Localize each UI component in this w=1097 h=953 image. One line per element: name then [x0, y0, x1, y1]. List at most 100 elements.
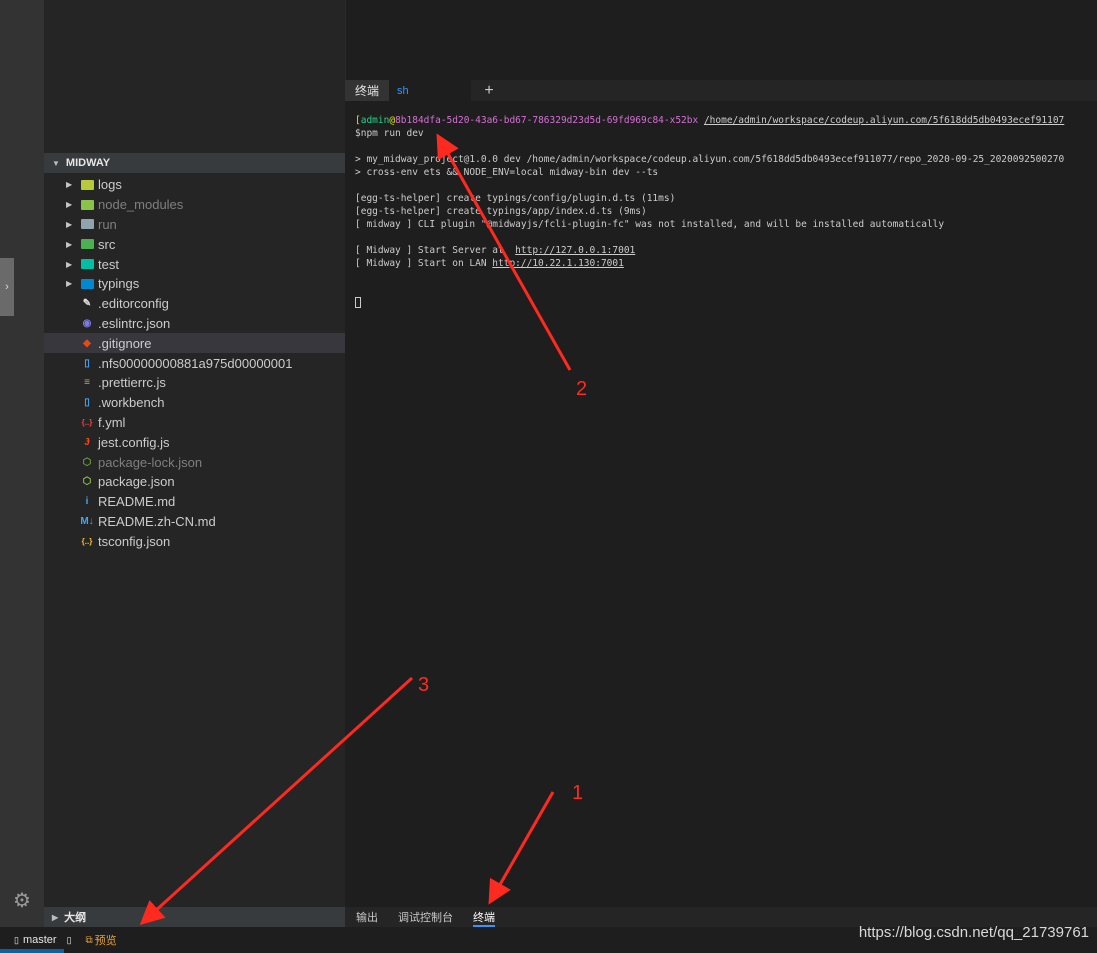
folder-typings-icon	[80, 277, 94, 291]
terminal-cursor	[355, 297, 361, 308]
annotation-label-2: 2	[576, 378, 588, 400]
terminal-command-line: $npm run dev	[355, 128, 424, 139]
tree-file-item[interactable]: ▶⬡package-lock.json	[44, 452, 345, 472]
terminal-line: [ midway ] CLI plugin "@midwayjs/fcli-pl…	[355, 219, 945, 230]
tab-debug-console[interactable]: 调试控制台	[398, 907, 453, 927]
tree-file-item[interactable]: ▶▯.workbench	[44, 393, 345, 413]
editorconfig-icon: ✎	[82, 298, 92, 310]
outline-section-title: 大纲	[64, 912, 87, 924]
external-link-icon: ⧉	[85, 934, 93, 946]
gear-icon[interactable]: ⚙	[11, 890, 33, 912]
activity-bar: › ⚙	[0, 0, 44, 927]
add-terminal-button[interactable]: +	[471, 80, 507, 101]
tree-folder-item[interactable]: ▶ run	[44, 215, 345, 235]
terminal-cursor-line	[355, 296, 1097, 309]
tree-folder-item[interactable]: ▶ node_modules	[44, 195, 345, 215]
info-icon: i	[85, 496, 89, 508]
explorer-section-header[interactable]: ▼ MIDWAY	[44, 153, 345, 173]
terminal-tab-bar: 终端 sh +	[345, 80, 1097, 101]
tree-item-label: .editorconfig	[98, 296, 169, 312]
tab-output[interactable]: 输出	[356, 907, 378, 927]
status-underline	[0, 949, 64, 953]
watermark: https://blog.csdn.net/qq_21739761	[858, 924, 1089, 941]
server-prefix: [ Midway ] Start Server at	[355, 245, 516, 256]
terminal-line: [egg-ts-helper] create typings/config/pl…	[355, 193, 676, 204]
file-icon: ▯	[84, 357, 90, 369]
tree-item-label: .eslintrc.json	[98, 315, 171, 331]
tree-file-item[interactable]: ▶{..}f.yml	[44, 413, 345, 433]
tree-item-label: src	[98, 236, 116, 252]
outline-section-header[interactable]: ▶ 大纲	[44, 907, 345, 927]
preview-label: 预览	[94, 935, 117, 947]
tree-item-label: .nfs00000000881a975d00000001	[98, 355, 293, 371]
tree-file-item[interactable]: ▶M↓README.zh-CN.md	[44, 512, 345, 532]
chevron-right-icon[interactable]: ▶	[66, 180, 76, 189]
nodejs-icon: ⬡	[82, 476, 92, 488]
tree-item-label: node_modules	[98, 197, 184, 213]
tree-folder-item[interactable]: ▶ logs	[44, 175, 345, 195]
chevron-right-icon[interactable]: ▶	[66, 240, 76, 249]
explorer-section-title: MIDWAY	[65, 157, 111, 169]
tree-item-label: package-lock.json	[98, 454, 203, 470]
prompt-path: /home/admin/workspace/codeup.aliyun.com/…	[703, 115, 1065, 126]
file-tree: ▶logs▶node_modules▶run▶src▶test▶typings▶…	[44, 175, 345, 551]
prompt-host: 8b184dfa-5d20-43a6-bd67-786329d23d5d-69f…	[395, 115, 699, 126]
tree-item-label: logs	[98, 177, 122, 193]
chevron-right-icon[interactable]: ▶	[66, 220, 76, 229]
tree-item-label: .workbench	[98, 395, 165, 411]
file-icon: ▯	[84, 397, 90, 409]
chevron-right-icon[interactable]: ▶	[66, 200, 76, 209]
branch-name: master	[22, 934, 57, 946]
tree-folder-item[interactable]: ▶ src	[44, 234, 345, 254]
tree-item-label: README.md	[98, 494, 176, 510]
tree-item-label: run	[98, 216, 117, 232]
folder-src-icon	[80, 237, 94, 251]
terminal-lan-line: [ Midway ] Start on LAN http://10.22.1.1…	[355, 257, 1097, 270]
tab-terminal[interactable]: 终端	[473, 907, 495, 927]
tree-item-label: test	[98, 256, 119, 272]
json-icon: {..}	[81, 536, 93, 546]
tree-item-label: jest.config.js	[98, 434, 170, 450]
eslint-icon: ◉	[82, 317, 92, 329]
tree-file-item[interactable]: ▶≡.prettierrc.js	[44, 373, 345, 393]
tree-file-item[interactable]: ▶◉.eslintrc.json	[44, 314, 345, 334]
terminal-line: > cross-env ets && NODE_ENV=local midway…	[355, 167, 659, 178]
tree-file-item[interactable]: ▶Ɉjest.config.js	[44, 432, 345, 452]
tree-file-item[interactable]: ▶{..}tsconfig.json	[44, 531, 345, 551]
terminal-output[interactable]: [admin@8b184dfa-5d20-43a6-bd67-786329d23…	[345, 101, 1097, 907]
lan-prefix: [ Midway ] Start on LAN	[355, 258, 493, 269]
terminal-server-line: [ Midway ] Start Server at http://127.0.…	[355, 244, 1097, 257]
prettier-icon: ≡	[84, 377, 90, 389]
tree-item-label: .prettierrc.js	[98, 375, 166, 391]
tree-file-item[interactable]: ▶◆.gitignore	[44, 333, 345, 354]
tree-item-label: typings	[98, 276, 140, 292]
tree-item-label: .gitignore	[98, 335, 152, 351]
lan-url-link[interactable]: http://10.22.1.130:7001	[492, 258, 624, 269]
expand-sidebar-handle[interactable]: ›	[0, 258, 14, 316]
preview-button[interactable]: ⧉ 预览	[86, 932, 117, 948]
sync-status[interactable]: ▯	[67, 935, 76, 946]
server-url-link[interactable]: http://127.0.0.1:7001	[515, 245, 635, 256]
tree-file-item[interactable]: ▶✎.editorconfig	[44, 294, 345, 314]
chevron-right-icon: ›	[5, 281, 9, 293]
chevron-right-icon[interactable]: ▶	[66, 260, 76, 269]
tree-file-item[interactable]: ▶▯.nfs00000000881a975d00000001	[44, 353, 345, 373]
prompt-user: admin	[360, 115, 390, 126]
jest-icon: Ɉ	[84, 436, 90, 448]
tree-folder-item[interactable]: ▶ test	[44, 254, 345, 274]
terminal-prompt-line: [admin@8b184dfa-5d20-43a6-bd67-786329d23…	[355, 114, 1097, 127]
tree-file-item[interactable]: ▶⬡package.json	[44, 472, 345, 492]
tree-item-label: package.json	[98, 474, 175, 490]
tree-file-item[interactable]: ▶iREADME.md	[44, 492, 345, 512]
tree-folder-item[interactable]: ▶ typings	[44, 274, 345, 294]
branch-status[interactable]: ▯ master	[14, 934, 57, 946]
chevron-right-icon[interactable]: ▶	[66, 279, 76, 288]
terminal-line: > my_midway_project@1.0.0 dev /home/admi…	[355, 154, 1065, 165]
ide-window: › ⚙ ▼ MIDWAY ▶ logs ▶ node_modules ▶ run ▶ src ▶…	[0, 0, 1097, 953]
chevron-down-icon: ▼	[52, 158, 60, 168]
yaml-icon: {..}	[81, 417, 93, 427]
annotation-label-1: 1	[572, 782, 584, 804]
terminal-session-tab[interactable]: sh	[389, 80, 472, 101]
sync-icon: ▯	[66, 934, 72, 945]
tree-item-label: tsconfig.json	[98, 533, 171, 549]
